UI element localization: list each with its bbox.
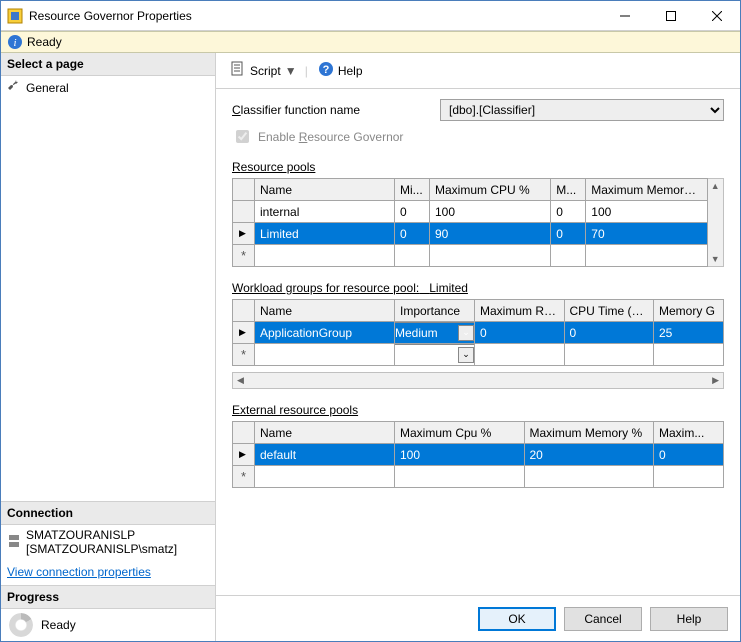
- help-icon: ?: [318, 61, 334, 80]
- workload-groups-group: Workload groups for resource pool: Limit…: [232, 281, 724, 389]
- classifier-row: Classifier function name [dbo].[Classifi…: [232, 99, 724, 121]
- col-min-cpu[interactable]: Mi...: [395, 179, 430, 201]
- col-name[interactable]: Name: [255, 300, 395, 322]
- script-label: Script: [250, 64, 281, 78]
- info-icon: i: [7, 34, 23, 50]
- dialog-window: Resource Governor Properties i Ready Sel…: [0, 0, 741, 642]
- external-pools-label: External resource pools: [232, 403, 724, 417]
- classifier-label: Classifier function name: [232, 103, 432, 117]
- col-name[interactable]: Name: [255, 179, 395, 201]
- enable-rg-checkbox: [236, 130, 249, 143]
- external-pools-table[interactable]: Name Maximum Cpu % Maximum Memory % Maxi…: [232, 421, 724, 488]
- col-max-cpu[interactable]: Maximum Cpu %: [395, 422, 525, 444]
- select-page-header: Select a page: [1, 53, 215, 76]
- vscrollbar[interactable]: ▲▼: [708, 178, 724, 267]
- svg-text:?: ?: [322, 64, 329, 76]
- toolbar: Script ▼ | ? Help: [216, 53, 740, 89]
- app-icon: [7, 8, 23, 24]
- sidebar-item-general[interactable]: General: [1, 76, 215, 99]
- progress-spinner-icon: [9, 613, 33, 637]
- external-pools-group: External resource pools Name Maximum Cpu…: [232, 403, 724, 488]
- close-button[interactable]: [694, 1, 740, 30]
- table-new-row[interactable]: *: [233, 245, 708, 267]
- workload-groups-label: Workload groups for resource pool: Limit…: [232, 281, 724, 295]
- enable-rg-row: Enable Resource Governor: [232, 127, 724, 146]
- dialog-footer: OK Cancel Help: [216, 595, 740, 641]
- titlebar: Resource Governor Properties: [1, 1, 740, 31]
- col-mem[interactable]: Memory G: [654, 300, 724, 322]
- script-dropdown-icon[interactable]: ▼: [285, 64, 295, 78]
- wrench-icon: [7, 79, 21, 96]
- col-importance[interactable]: Importance: [395, 300, 475, 322]
- resource-pools-group: Resource pools Name Mi... Maximum CPU % …: [232, 160, 724, 267]
- help-button-footer[interactable]: Help: [650, 607, 728, 631]
- main-panel: Script ▼ | ? Help Classifier function na…: [216, 53, 740, 641]
- table-row[interactable]: ApplicationGroup Medium⌄ 0 0 25: [233, 322, 724, 344]
- col-max-mem[interactable]: Maximum Memory %: [524, 422, 654, 444]
- status-strip: i Ready: [1, 31, 740, 53]
- body: Select a page General Connection SMATZOU…: [1, 53, 740, 641]
- status-text: Ready: [27, 35, 62, 49]
- help-label: Help: [338, 64, 363, 78]
- col-max-mem[interactable]: Maximum Memory %: [586, 179, 707, 201]
- cancel-button[interactable]: Cancel: [564, 607, 642, 631]
- window-title: Resource Governor Properties: [29, 9, 602, 23]
- col-name[interactable]: Name: [255, 422, 395, 444]
- minimize-button[interactable]: [602, 1, 648, 30]
- table-row[interactable]: default 100 20 0: [233, 444, 724, 466]
- col-cpu-time[interactable]: CPU Time (sec): [564, 300, 654, 322]
- sidebar-item-label: General: [26, 81, 69, 95]
- progress-header: Progress: [1, 586, 215, 609]
- col-max-cpu[interactable]: Maximum CPU %: [430, 179, 551, 201]
- table-row[interactable]: internal01000100: [233, 201, 708, 223]
- classifier-select[interactable]: [dbo].[Classifier]: [440, 99, 724, 121]
- connection-header: Connection: [1, 502, 215, 525]
- user-name: [SMATZOURANISLP\smatz]: [26, 542, 177, 556]
- workload-groups-table[interactable]: Name Importance Maximum Req... CPU Time …: [232, 299, 724, 366]
- server-name: SMATZOURANISLP: [26, 528, 177, 542]
- importance-cell-dropdown[interactable]: ⌄: [395, 344, 475, 366]
- table-header-row: Name Importance Maximum Req... CPU Time …: [233, 300, 724, 322]
- enable-rg-label: Enable Resource Governor: [258, 130, 403, 144]
- script-button[interactable]: Script ▼: [226, 59, 299, 82]
- script-icon: [230, 61, 246, 80]
- table-new-row[interactable]: * ⌄: [233, 344, 724, 366]
- resource-pools-table[interactable]: Name Mi... Maximum CPU % M... Maximum Me…: [232, 178, 708, 267]
- content: Classifier function name [dbo].[Classifi…: [216, 89, 740, 595]
- connection-info: SMATZOURANISLP [SMATZOURANISLP\smatz]: [1, 525, 215, 559]
- chevron-down-icon[interactable]: ⌄: [458, 325, 474, 341]
- table-row[interactable]: Limited090070: [233, 223, 708, 245]
- server-icon: [7, 534, 21, 551]
- col-max[interactable]: Maxim...: [654, 422, 724, 444]
- table-header-row: Name Mi... Maximum CPU % M... Maximum Me…: [233, 179, 708, 201]
- svg-text:i: i: [13, 37, 16, 49]
- col-min-mem[interactable]: M...: [551, 179, 586, 201]
- window-controls: [602, 1, 740, 30]
- col-max-req[interactable]: Maximum Req...: [475, 300, 565, 322]
- importance-cell-dropdown[interactable]: Medium⌄: [395, 322, 475, 344]
- resource-pools-label: Resource pools: [232, 160, 724, 174]
- hscrollbar[interactable]: ◀▶: [232, 372, 724, 389]
- chevron-down-icon[interactable]: ⌄: [458, 347, 474, 363]
- sidebar: Select a page General Connection SMATZOU…: [1, 53, 216, 641]
- table-new-row[interactable]: *: [233, 466, 724, 488]
- ok-button[interactable]: OK: [478, 607, 556, 631]
- progress-text: Ready: [41, 618, 76, 632]
- maximize-button[interactable]: [648, 1, 694, 30]
- table-header-row: Name Maximum Cpu % Maximum Memory % Maxi…: [233, 422, 724, 444]
- help-button[interactable]: ? Help: [314, 59, 367, 82]
- view-connection-link[interactable]: View connection properties: [1, 559, 157, 585]
